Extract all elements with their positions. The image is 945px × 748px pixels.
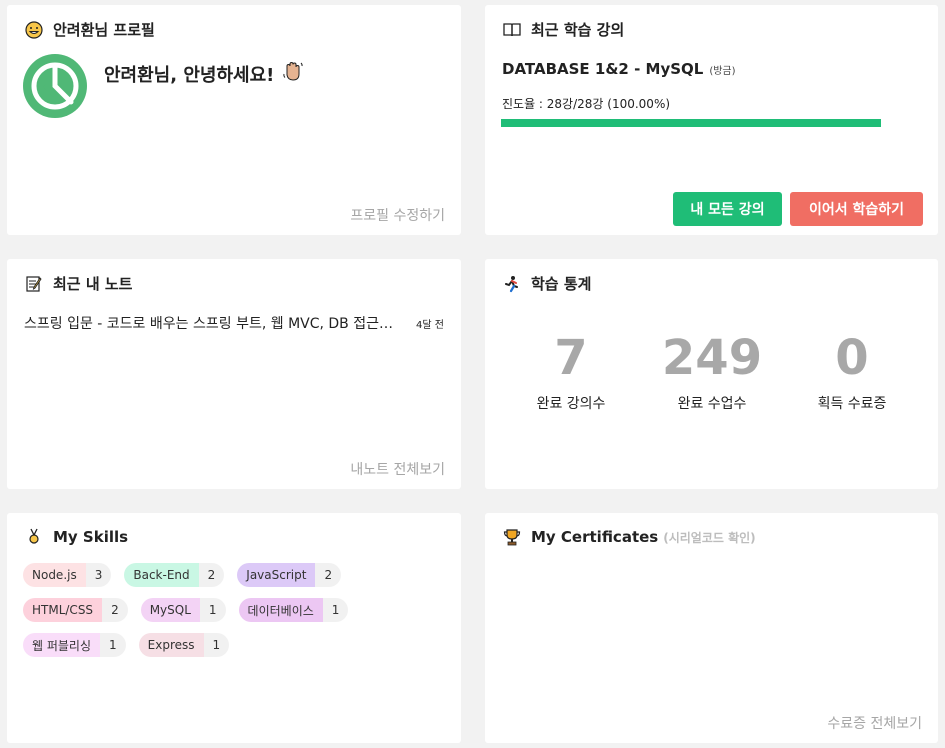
- my-skills-title: My Skills: [24, 527, 128, 547]
- course-name[interactable]: DATABASE 1&2 - MySQL (방금): [502, 60, 736, 78]
- skill-count: 1: [322, 598, 349, 622]
- skill-tag[interactable]: 웹 퍼블리싱 1: [23, 633, 126, 657]
- profile-card: 안려환님 프로필 안려환님, 안녕하세요! 프로필 수정하기: [7, 5, 461, 235]
- stat-completed-lessons: 249 완료 수업수: [642, 329, 782, 413]
- skill-tag[interactable]: HTML/CSS 2: [23, 598, 128, 622]
- recent-notes-title-text: 최근 내 노트: [53, 275, 133, 293]
- skill-count: 2: [198, 563, 225, 587]
- skills-row: 웹 퍼블리싱 1 Express 1: [23, 633, 448, 657]
- learning-stats-title-text: 학습 통계: [531, 275, 592, 293]
- note-title: 스프링 입문 - 코드로 배우는 스프링 부트, 웹 MVC, DB 접근 기술: [24, 316, 394, 332]
- recent-course-card: 최근 학습 강의 DATABASE 1&2 - MySQL (방금) 진도율 : …: [485, 5, 938, 235]
- skill-name: Node.js: [23, 563, 86, 587]
- serial-code-check-link[interactable]: (시리얼코드 확인): [663, 529, 755, 546]
- waving-hand-icon: [282, 60, 304, 87]
- stat-value: 7: [554, 330, 588, 386]
- skill-tag[interactable]: JavaScript 2: [237, 563, 342, 587]
- skill-tag[interactable]: Back-End 2: [124, 563, 225, 587]
- course-time-tag: (방금): [709, 66, 736, 77]
- skill-tag[interactable]: MySQL 1: [140, 598, 226, 622]
- skill-tag[interactable]: Express 1: [138, 633, 230, 657]
- skill-name: Express: [138, 633, 204, 657]
- recent-notes-title: 최근 내 노트: [24, 273, 132, 294]
- skill-count: 1: [100, 633, 126, 657]
- skill-count: 3: [85, 563, 112, 587]
- view-all-certificates-link[interactable]: 수료증 전체보기: [827, 713, 922, 733]
- skill-count: 1: [199, 598, 226, 622]
- note-time: 4달 전: [416, 319, 444, 331]
- medal-icon: [24, 527, 44, 547]
- skills-row: HTML/CSS 2 MySQL 1 데이터베이스 1: [23, 598, 448, 622]
- my-skills-card: My Skills Node.js 3 Back-End 2 JavaScript 2 HT…: [7, 513, 461, 743]
- stat-label: 완료 수업수: [677, 396, 747, 412]
- smile-icon: [24, 20, 44, 40]
- skill-name: Back-End: [124, 563, 199, 587]
- stat-label: 완료 강의수: [536, 396, 606, 412]
- greeting-text: 안려환님, 안녕하세요!: [104, 64, 275, 86]
- recent-course-title: 최근 학습 강의: [502, 19, 624, 40]
- skill-name: JavaScript: [237, 563, 316, 587]
- my-certificates-title: My Certificates (시리얼코드 확인): [502, 527, 756, 547]
- progress-bar: [501, 119, 881, 127]
- stat-value: 0: [835, 330, 869, 386]
- stat-completed-courses: 7 완료 강의수: [501, 329, 641, 413]
- recent-notes-card: 최근 내 노트 스프링 입문 - 코드로 배우는 스프링 부트, 웹 MVC, …: [7, 259, 461, 489]
- book-icon: [502, 20, 522, 40]
- greeting: 안려환님, 안녕하세요!: [104, 60, 304, 87]
- stat-value: 249: [661, 330, 763, 386]
- skill-count: 2: [102, 598, 128, 622]
- continue-learning-button[interactable]: 이어서 학습하기: [790, 192, 923, 226]
- course-name-text: DATABASE 1&2 - MySQL: [502, 60, 704, 78]
- running-person-icon: [502, 274, 522, 294]
- skill-name: HTML/CSS: [23, 598, 103, 622]
- skill-name: 데이터베이스: [238, 598, 323, 622]
- edit-profile-link[interactable]: 프로필 수정하기: [350, 205, 445, 225]
- stat-certificates: 0 획득 수료증: [782, 329, 922, 413]
- view-all-notes-link[interactable]: 내노트 전체보기: [350, 459, 445, 479]
- learning-stats-card: 학습 통계 7 완료 강의수 249 완료 수업수 0 획득 수료증: [485, 259, 938, 489]
- my-skills-title-text: My Skills: [53, 528, 129, 546]
- my-certificates-card: My Certificates (시리얼코드 확인) 수료증 전체보기: [485, 513, 938, 743]
- memo-icon: [24, 274, 44, 294]
- skills-list: Node.js 3 Back-End 2 JavaScript 2 HTML/CSS 2 MyS…: [23, 563, 448, 668]
- skill-count: 2: [315, 563, 342, 587]
- all-courses-button[interactable]: 내 모든 강의: [673, 192, 782, 226]
- stat-label: 획득 수료증: [817, 396, 887, 412]
- skill-tag[interactable]: Node.js 3: [23, 563, 112, 587]
- recent-course-title-text: 최근 학습 강의: [531, 21, 625, 39]
- learning-stats-title: 학습 통계: [502, 273, 591, 294]
- trophy-icon: [502, 527, 522, 547]
- progress-fill: [501, 119, 881, 127]
- profile-card-title: 안려환님 프로필: [24, 19, 155, 40]
- progress-text: 진도율 : 28강/28강 (100.00%): [502, 97, 671, 111]
- skill-name: 웹 퍼블리싱: [23, 633, 101, 657]
- skills-row: Node.js 3 Back-End 2 JavaScript 2: [23, 563, 448, 587]
- profile-title: 안려환님 프로필: [53, 21, 155, 39]
- note-item[interactable]: 스프링 입문 - 코드로 배우는 스프링 부트, 웹 MVC, DB 접근 기술…: [24, 313, 444, 333]
- skill-tag[interactable]: 데이터베이스 1: [238, 598, 349, 622]
- avatar: [23, 54, 87, 118]
- my-certificates-title-text: My Certificates: [531, 528, 659, 546]
- skill-name: MySQL: [140, 598, 200, 622]
- skill-count: 1: [203, 633, 230, 657]
